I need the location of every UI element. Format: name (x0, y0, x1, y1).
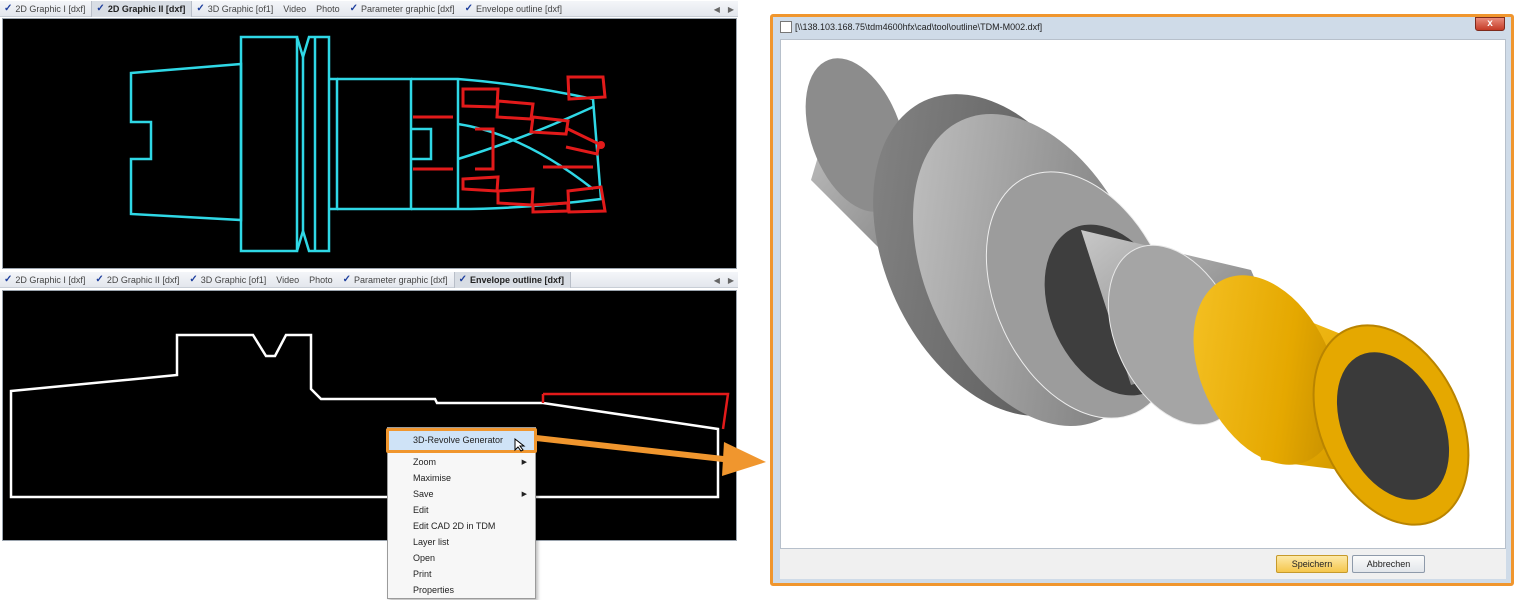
top-tab-0[interactable]: ✓ 2D Graphic I [dxf] (0, 1, 91, 17)
tool-holder-drawing (129, 35, 607, 253)
submenu-arrow-icon: ▶ (521, 459, 527, 466)
tab-check-icon: ✓ (96, 3, 105, 14)
menu-item-1[interactable]: Zoom (413, 457, 436, 467)
tab-check-icon: ✓ (458, 274, 467, 285)
bottom-tab-0[interactable]: ✓ 2D Graphic I [dxf] (0, 272, 91, 288)
bottom-tabs: ✓ 2D Graphic I [dxf] ✓ 2D Graphic II [dxf] ✓… (0, 271, 571, 288)
tab-label: 3D Graphic [of1] (207, 3, 274, 14)
bottom-tab-5[interactable]: ✓ Parameter graphic [dxf] (339, 272, 454, 288)
bottom-tab-6[interactable]: ✓ Envelope outline [dxf] (453, 271, 571, 288)
tab-check-icon: ✓ (4, 274, 13, 285)
menu-item-0[interactable]: 3D-Revolve Generator (413, 435, 503, 445)
bottom-tab-1[interactable]: ✓ 2D Graphic II [dxf] (91, 272, 185, 288)
menu-item-3[interactable]: Save (413, 489, 434, 499)
menu-item-8[interactable]: Print (413, 569, 432, 579)
envelope-cutter-red (541, 392, 730, 430)
top-tab-1[interactable]: ✓ 2D Graphic II [dxf] (91, 0, 193, 17)
tab-label: 2D Graphic II [dxf] (107, 3, 186, 14)
top-tabs: ✓ 2D Graphic I [dxf] ✓ 2D Graphic II [dxf] ✓… (0, 0, 568, 17)
tab-label: 3D Graphic [of1] (200, 274, 267, 285)
3d-viewport[interactable] (780, 39, 1506, 549)
cutting-inserts-red (413, 75, 607, 214)
menu-item-9[interactable]: Properties (413, 585, 454, 595)
tab-check-icon: ✓ (95, 274, 104, 285)
cad-view-2d-graphic-ii[interactable] (2, 18, 737, 269)
insert-marker (597, 141, 605, 149)
tab-label: Envelope outline [dxf] (475, 3, 563, 14)
menu-item-6[interactable]: Layer list (413, 537, 449, 547)
dialog-title: [\\138.103.168.75\tdm4600hfx\cad\tool\ou… (795, 22, 1043, 32)
tab-check-icon: ✓ (4, 3, 13, 14)
tab-label: Video (283, 3, 307, 14)
menu-item-7[interactable]: Open (413, 553, 435, 563)
bottom-tab-4[interactable]: Photo (305, 272, 339, 288)
tab-check-icon: ✓ (464, 3, 473, 14)
tab-label: Envelope outline [dxf] (469, 274, 564, 285)
tab-label: Photo (309, 274, 333, 285)
top-tab-3[interactable]: Video (279, 1, 312, 17)
envelope-outline-drawing (9, 333, 730, 499)
tab-label: Parameter graphic [dxf] (361, 3, 455, 14)
menu-item-5[interactable]: Edit CAD 2D in TDM (413, 521, 495, 531)
cad-view-envelope-outline[interactable] (2, 290, 737, 541)
tab-check-icon: ✓ (342, 274, 352, 285)
3d-tool-render (805, 58, 1470, 526)
cancel-button[interactable]: Abbrechen (1352, 555, 1425, 573)
top-tab-6[interactable]: ✓ Envelope outline [dxf] (461, 1, 568, 17)
menu-item-4[interactable]: Edit (413, 505, 429, 515)
tab-label: Photo (316, 3, 340, 14)
submenu-arrow-icon: ▶ (521, 491, 527, 498)
revolve-preview-dialog: [\\138.103.168.75\tdm4600hfx\cad\tool\ou… (770, 14, 1514, 586)
menu-item-2[interactable]: Maximise (413, 473, 451, 483)
tab-scroll-right-icon[interactable]: ▶ (728, 5, 734, 14)
tab-scroll-left-icon[interactable]: ◀ (714, 276, 720, 285)
window-icon (780, 21, 792, 33)
dialog-footer: Speichern Abbrechen (780, 549, 1506, 579)
tab-check-icon: ✓ (349, 3, 359, 14)
tab-check-icon: ✓ (196, 3, 205, 14)
top-tab-2[interactable]: ✓ 3D Graphic [of1] (192, 1, 279, 17)
bottom-tab-nav: ◀ ▶ (714, 272, 734, 288)
callout-arrow (536, 435, 766, 476)
context-menu: 3D-Revolve Generator Zoom ▶ Maximise Save ▶ Ed… (386, 427, 537, 599)
tab-check-icon: ✓ (189, 274, 198, 285)
tab-scroll-right-icon[interactable]: ▶ (728, 276, 734, 285)
holder-outline-cyan (129, 35, 603, 253)
tab-scroll-left-icon[interactable]: ◀ (714, 5, 720, 14)
bottom-tab-strip: ✓ 2D Graphic I [dxf] ✓ 2D Graphic II [dxf] ✓… (0, 271, 738, 288)
close-button[interactable]: x (1475, 17, 1505, 31)
top-tab-strip: ✓ 2D Graphic I [dxf] ✓ 2D Graphic II [dxf] ✓… (0, 0, 738, 17)
tab-label: Parameter graphic [dxf] (354, 274, 448, 285)
tab-label: 2D Graphic II [dxf] (106, 274, 180, 285)
top-tab-4[interactable]: Photo (312, 1, 346, 17)
tab-label: Video (276, 274, 300, 285)
bottom-tab-3[interactable]: Video (272, 272, 305, 288)
top-tab-nav: ◀ ▶ (714, 1, 734, 17)
tab-label: 2D Graphic I [dxf] (15, 274, 86, 285)
mouse-cursor-icon (514, 438, 526, 452)
save-button[interactable]: Speichern (1276, 555, 1348, 573)
bottom-tab-2[interactable]: ✓ 3D Graphic [of1] (185, 272, 272, 288)
tab-label: 2D Graphic I [dxf] (15, 3, 86, 14)
top-tab-5[interactable]: ✓ Parameter graphic [dxf] (346, 1, 461, 17)
